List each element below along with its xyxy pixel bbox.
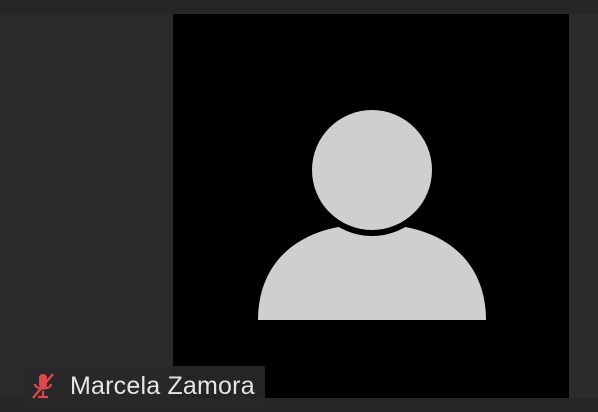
avatar-body-shape: [258, 224, 486, 320]
tile-right-border: [569, 14, 598, 398]
microphone-muted-icon[interactable]: [28, 371, 58, 401]
participant-video-tile[interactable]: Marcela Zamora: [0, 0, 598, 412]
avatar-placeholder-icon: [258, 106, 486, 320]
tile-top-border: [0, 0, 598, 14]
avatar-head-shape: [312, 110, 432, 230]
participant-name-tag: Marcela Zamora: [22, 366, 265, 406]
participant-name: Marcela Zamora: [70, 371, 255, 400]
